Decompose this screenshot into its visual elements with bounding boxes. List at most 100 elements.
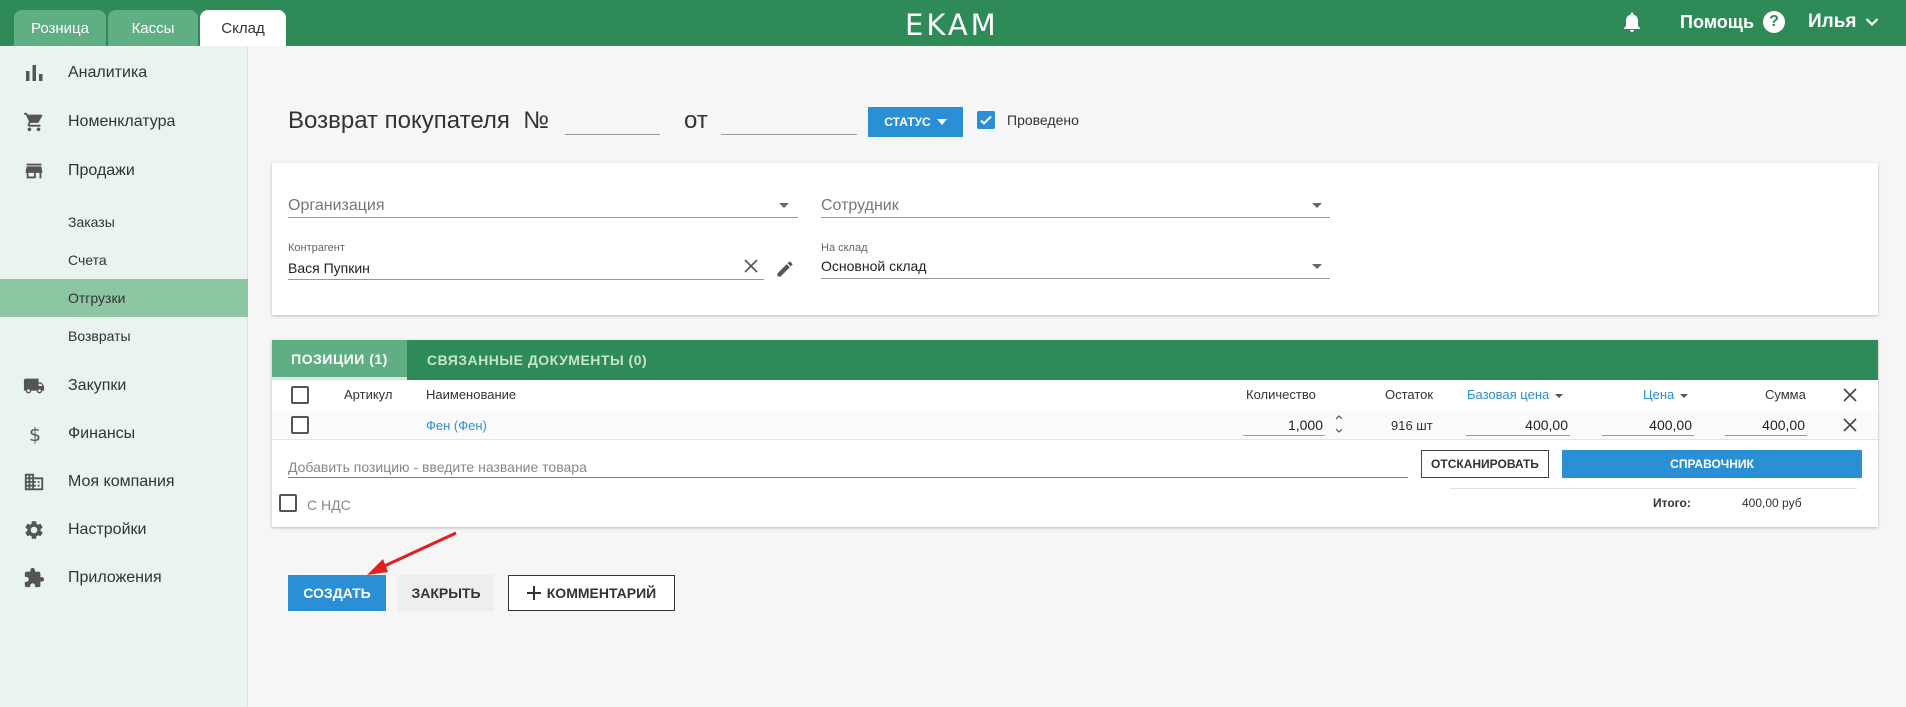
user-menu[interactable]: Илья — [1808, 10, 1879, 34]
header-price[interactable]: Цена — [1643, 387, 1689, 402]
doc-number-input[interactable] — [565, 134, 660, 135]
quantity-stepper[interactable] — [1334, 412, 1344, 436]
sidebar-item-nomenclature[interactable]: Номенклатура — [0, 102, 248, 142]
close-button[interactable]: ЗАКРЫТЬ — [398, 575, 494, 611]
clear-icon[interactable] — [744, 259, 758, 273]
counterparty-label: Контрагент — [288, 242, 345, 254]
sidebar-subitem-invoices[interactable]: Счета — [0, 241, 248, 279]
sidebar-item-label: Закупки — [68, 377, 127, 394]
sidebar-item-apps[interactable]: Приложения — [0, 558, 248, 598]
sidebar-item-my-company[interactable]: Моя компания — [0, 462, 248, 502]
tab-label: Розница — [31, 19, 89, 37]
sidebar-subitem-label: Заказы — [68, 214, 115, 230]
tab-label: ПОЗИЦИИ (1) — [291, 350, 388, 367]
check-icon — [980, 115, 992, 125]
header-article[interactable]: Артикул — [344, 387, 392, 402]
posted-checkbox[interactable] — [977, 111, 995, 129]
tab-warehouse[interactable]: Склад — [200, 10, 286, 46]
bar-chart-icon — [23, 62, 45, 84]
comment-label: КОММЕНТАРИЙ — [546, 585, 657, 601]
counterparty-field[interactable]: Вася Пупкин — [288, 260, 370, 276]
sidebar-subitem-label: Счета — [68, 252, 107, 268]
sidebar-subitem-shipments[interactable]: Отгрузки — [0, 279, 248, 317]
cart-icon — [23, 111, 45, 133]
document-form-card — [272, 163, 1878, 315]
sidebar-item-label: Настройки — [68, 521, 147, 538]
tab-positions[interactable]: ПОЗИЦИИ (1) — [272, 340, 407, 380]
sidebar-item-analytics[interactable]: Аналитика — [0, 53, 248, 93]
row-delete-icon[interactable] — [1843, 418, 1857, 432]
truck-icon — [23, 375, 45, 397]
header-quantity[interactable]: Количество — [1246, 387, 1316, 402]
header-label: Цена — [1643, 387, 1675, 402]
total-label: Итого: — [1653, 496, 1691, 510]
organization-underline — [288, 217, 798, 218]
create-button[interactable]: СОЗДАТЬ — [288, 575, 386, 611]
row-price-input[interactable]: 400,00 — [1602, 414, 1694, 436]
sidebar-item-label: Аналитика — [68, 64, 148, 81]
date-prefix: от — [684, 107, 708, 134]
organization-dropdown-icon[interactable] — [779, 203, 789, 208]
counterparty-underline — [288, 279, 764, 280]
header-stock[interactable]: Остаток — [1385, 387, 1433, 402]
select-all-checkbox[interactable] — [291, 386, 309, 404]
row-sum-input[interactable]: 400,00 — [1725, 414, 1807, 436]
warehouse-dropdown-icon[interactable] — [1312, 264, 1322, 269]
edit-pencil-icon[interactable] — [775, 259, 795, 279]
delete-all-icon[interactable] — [1843, 388, 1857, 402]
sidebar-item-settings[interactable]: Настройки — [0, 510, 248, 550]
page-title: Возврат покупателя № — [288, 107, 549, 134]
catalog-button[interactable]: СПРАВОЧНИК — [1562, 450, 1862, 478]
header-label: Базовая цена — [1467, 387, 1550, 402]
add-comment-button[interactable]: КОММЕНТАРИЙ — [508, 575, 675, 611]
doc-date-input[interactable] — [721, 134, 857, 135]
chevron-down-icon — [1857, 17, 1879, 27]
employee-field[interactable]: Сотрудник — [821, 197, 899, 215]
svg-text:$: $ — [29, 424, 41, 445]
tab-retail[interactable]: Розница — [14, 10, 106, 46]
row-checkbox[interactable] — [291, 416, 309, 434]
user-name: Илья — [1808, 11, 1857, 32]
organization-field[interactable]: Организация — [288, 197, 385, 215]
header-sum[interactable]: Сумма — [1765, 387, 1806, 402]
add-position-input[interactable] — [288, 456, 1408, 478]
employee-dropdown-icon[interactable] — [1312, 203, 1322, 208]
row-product-link[interactable]: Фен (Фен) — [426, 418, 487, 433]
vat-checkbox[interactable] — [279, 494, 297, 512]
store-icon — [23, 160, 45, 182]
caret-down-icon — [931, 119, 947, 125]
sidebar-item-sales[interactable]: Продажи — [0, 151, 248, 191]
warehouse-field[interactable]: Основной склад — [821, 258, 926, 274]
sidebar-item-label: Номенклатура — [68, 113, 176, 130]
total-divider — [1450, 488, 1857, 489]
warehouse-label: На склад — [821, 242, 868, 254]
total-value: 400,00 руб — [1742, 496, 1802, 510]
row-base-price-input[interactable]: 400,00 — [1466, 414, 1570, 436]
annotation-arrow — [367, 531, 457, 575]
sidebar-item-label: Финансы — [68, 425, 136, 442]
header-name[interactable]: Наименование — [426, 387, 516, 402]
puzzle-icon — [23, 567, 45, 589]
sidebar-subitem-returns[interactable]: Возвраты — [0, 317, 248, 355]
bell-icon[interactable] — [1620, 10, 1644, 34]
row-quantity-input[interactable]: 1,000 — [1243, 414, 1325, 436]
sort-caret-icon — [1555, 393, 1564, 398]
tab-related-documents[interactable]: СВЯЗАННЫЕ ДОКУМЕНТЫ (0) — [422, 340, 652, 380]
sidebar-item-purchases[interactable]: Закупки — [0, 366, 248, 406]
sidebar-item-label: Продажи — [68, 162, 135, 179]
sidebar-subitem-orders[interactable]: Заказы — [0, 203, 248, 241]
status-dropdown-button[interactable]: СТАТУС — [868, 107, 963, 137]
sidebar-subitem-label: Возвраты — [68, 328, 131, 344]
header-base-price[interactable]: Базовая цена — [1467, 387, 1564, 402]
tab-cashboxes[interactable]: Кассы — [108, 10, 198, 46]
sidebar-subitem-label: Отгрузки — [68, 290, 126, 306]
help-button[interactable]: Помощь ? — [1680, 10, 1786, 34]
logo[interactable]: EKAM — [905, 8, 999, 42]
scan-button[interactable]: ОТСКАНИРОВАТЬ — [1421, 450, 1549, 478]
posted-label: Проведено — [1007, 112, 1079, 128]
plus-icon — [526, 586, 541, 600]
sidebar: Аналитика Номенклатура Продажи Заказы Сч… — [0, 46, 248, 707]
sidebar-item-finance[interactable]: $ Финансы — [0, 414, 248, 454]
employee-underline — [821, 217, 1330, 218]
positions-tabs: ПОЗИЦИИ (1) СВЯЗАННЫЕ ДОКУМЕНТЫ (0) — [272, 340, 1878, 380]
